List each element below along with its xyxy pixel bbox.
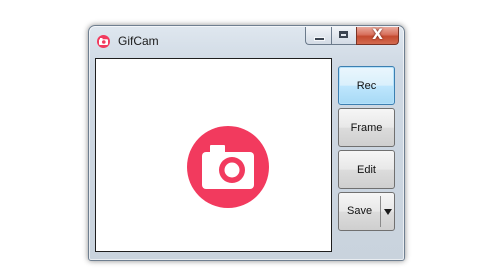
- title-bar[interactable]: GifCam X: [89, 26, 404, 53]
- frame-button[interactable]: Frame: [338, 108, 395, 147]
- save-label: Save: [347, 205, 373, 217]
- app-camera-icon: [97, 35, 110, 48]
- rec-button[interactable]: Rec: [338, 66, 395, 105]
- frame-label: Frame: [350, 121, 383, 134]
- minimize-button[interactable]: [305, 27, 331, 45]
- close-button[interactable]: X: [356, 27, 399, 45]
- close-icon: X: [372, 27, 383, 43]
- capture-area[interactable]: [95, 58, 332, 252]
- save-button[interactable]: Save: [338, 192, 395, 231]
- save-split-divider: [380, 196, 381, 227]
- window-controls: X: [305, 27, 399, 46]
- camera-icon: [187, 126, 269, 208]
- edit-button[interactable]: Edit: [338, 150, 395, 189]
- chevron-down-icon[interactable]: [384, 209, 392, 215]
- maximize-button[interactable]: [331, 27, 356, 45]
- gifcam-window: GifCam X Rec Frame Edit Save: [88, 25, 405, 261]
- edit-label: Edit: [357, 163, 376, 176]
- rec-label: Rec: [356, 79, 377, 92]
- window-title: GifCam: [118, 34, 159, 48]
